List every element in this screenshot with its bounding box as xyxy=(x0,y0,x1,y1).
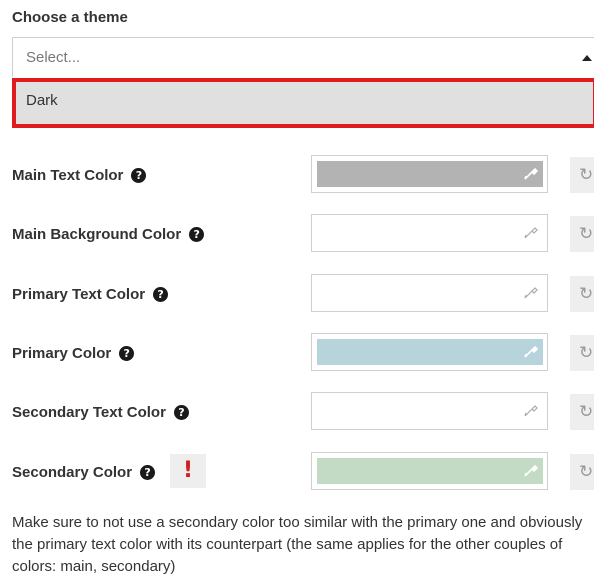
refresh-icon: ↻ xyxy=(579,402,594,422)
color-swatch xyxy=(317,280,543,306)
refresh-icon: ↻ xyxy=(579,343,594,363)
refresh-icon: ↻ xyxy=(579,462,594,482)
color-input-primary-text[interactable] xyxy=(311,274,548,312)
color-input-main-background[interactable] xyxy=(311,214,548,252)
color-swatch xyxy=(317,458,543,484)
color-swatch xyxy=(317,339,543,365)
eyedropper-icon[interactable] xyxy=(523,462,539,478)
refresh-icon: ↻ xyxy=(579,224,594,244)
setting-row-primary-color: Primary Color? ↻ xyxy=(0,333,594,377)
setting-label: Primary Color xyxy=(12,345,112,362)
eyedropper-icon[interactable] xyxy=(523,402,539,418)
reset-button[interactable]: ↻ xyxy=(570,454,594,490)
reset-button[interactable]: ↻ xyxy=(570,276,594,312)
theme-select-placeholder: Select... xyxy=(26,49,81,66)
setting-label: Main Background Color xyxy=(12,226,182,243)
theme-option-dark[interactable]: Dark xyxy=(12,78,594,128)
setting-row-primary-text-color: Primary Text Color? ↻ xyxy=(0,274,594,318)
color-input-primary[interactable] xyxy=(311,333,548,371)
setting-row-secondary-text-color: Secondary Text Color? ↻ xyxy=(0,392,594,436)
color-swatch xyxy=(317,398,543,424)
reset-button[interactable]: ↻ xyxy=(570,335,594,371)
setting-label: Secondary Text Color xyxy=(12,404,166,421)
caret-up-icon[interactable] xyxy=(582,55,592,61)
refresh-icon: ↻ xyxy=(579,165,594,185)
refresh-icon: ↻ xyxy=(579,284,594,304)
reset-button[interactable]: ↻ xyxy=(570,394,594,430)
color-input-secondary[interactable] xyxy=(311,452,548,490)
color-swatch xyxy=(317,220,543,246)
color-input-secondary-text[interactable] xyxy=(311,392,548,430)
question-circle-icon[interactable]: ? xyxy=(173,405,189,420)
setting-row-main-background-color: Main Background Color? ↻ xyxy=(0,214,594,258)
setting-row-main-text-color: Main Text Color? ↻ xyxy=(0,155,594,199)
eyedropper-icon[interactable] xyxy=(523,224,539,240)
help-note: Make sure to not use a secondary color t… xyxy=(12,514,583,575)
question-circle-icon[interactable]: ? xyxy=(140,465,156,480)
theme-title: Choose a theme xyxy=(12,9,128,26)
question-circle-icon[interactable]: ? xyxy=(119,346,135,361)
setting-row-secondary-color: Secondary Color? ! ↻ xyxy=(0,452,594,496)
color-swatch xyxy=(317,161,543,187)
theme-select[interactable]: Select... xyxy=(12,37,594,77)
eyedropper-icon[interactable] xyxy=(523,165,539,181)
question-circle-icon[interactable]: ? xyxy=(131,168,147,183)
reset-button[interactable]: ↻ xyxy=(570,157,594,193)
setting-label: Main Text Color xyxy=(12,167,124,184)
setting-label: Secondary Color xyxy=(12,464,133,481)
eyedropper-icon[interactable] xyxy=(523,343,539,359)
question-circle-icon[interactable]: ? xyxy=(153,287,169,302)
theme-option-label: Dark xyxy=(26,92,58,109)
reset-button[interactable]: ↻ xyxy=(570,216,594,252)
setting-label: Primary Text Color xyxy=(12,286,146,303)
color-input-main-text[interactable] xyxy=(311,155,548,193)
warning-icon[interactable]: ! xyxy=(170,454,206,488)
eyedropper-icon[interactable] xyxy=(523,284,539,300)
question-circle-icon[interactable]: ? xyxy=(189,227,205,242)
